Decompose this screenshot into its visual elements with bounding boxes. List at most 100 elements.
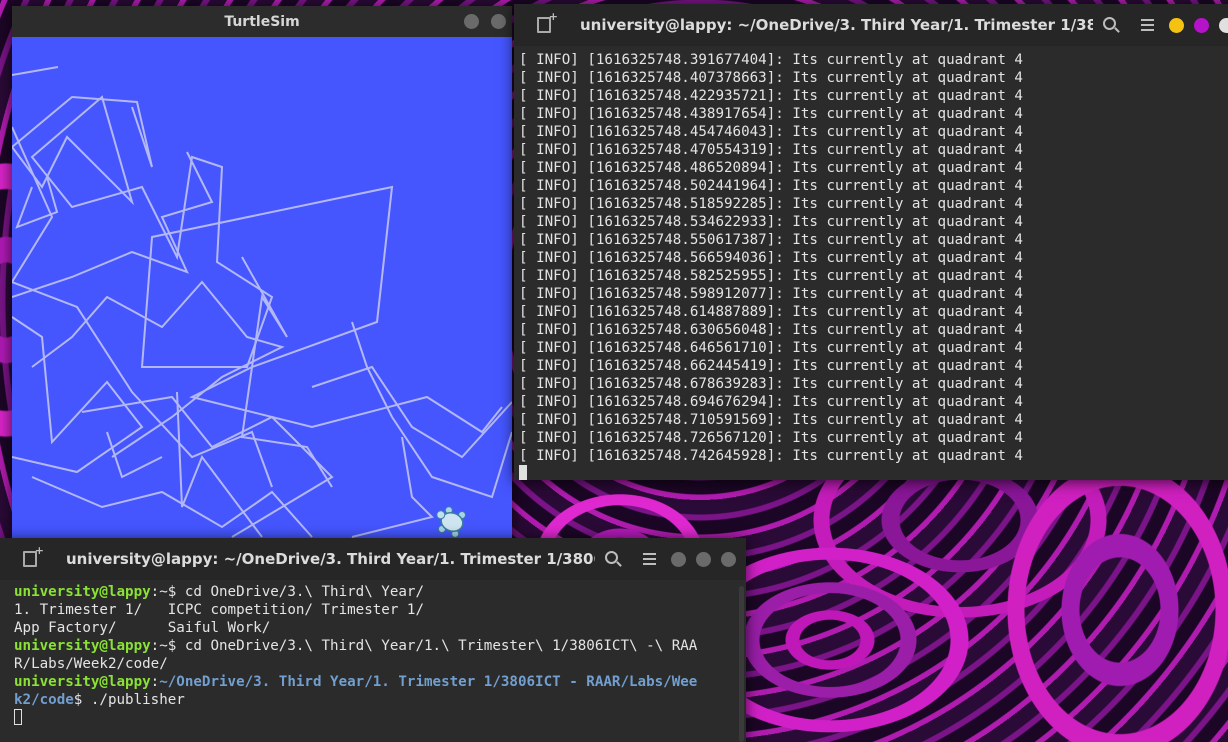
terminal-scrollbar[interactable] <box>739 586 744 742</box>
turtle-trail-drawing <box>12 66 512 538</box>
log-line: [ INFO] [1616325748.550617387]: Its curr… <box>519 231 1228 249</box>
command-text: cd OneDrive/3.\ Third\ Year/1.\ Trimeste… <box>184 638 698 654</box>
log-message: : Its currently at quadrant 4 <box>775 70 1023 86</box>
log-timestamp: [1616325748.678639283] <box>587 376 776 392</box>
log-line: [ INFO] [1616325748.726567120]: Its curr… <box>519 429 1228 447</box>
log-line: [ INFO] [1616325748.710591569]: Its curr… <box>519 411 1228 429</box>
turtle-trail-segment <box>31 476 313 538</box>
log-timestamp: [1616325748.502441964] <box>587 178 776 194</box>
turtle-icon <box>436 506 466 538</box>
log-timestamp: [1616325748.726567120] <box>587 430 776 446</box>
close-button[interactable] <box>721 551 736 567</box>
log-level: [ INFO] <box>519 448 588 464</box>
log-line: [ INFO] [1616325748.678639283]: Its curr… <box>519 375 1228 393</box>
log-message: : Its currently at quadrant 4 <box>775 340 1023 356</box>
prompt-separator: : <box>150 674 160 690</box>
search-icon[interactable] <box>595 538 631 580</box>
log-message: : Its currently at quadrant 4 <box>775 268 1023 284</box>
log-message: : Its currently at quadrant 4 <box>775 178 1023 194</box>
maximize-button[interactable] <box>696 551 711 567</box>
log-message: : Its currently at quadrant 4 <box>775 358 1023 374</box>
terminal-bottom-output[interactable]: university@lappy :~$ cd OneDrive/3.\ Thir… <box>0 580 746 742</box>
output-line: 1. Trimester 1/ ICPC competition/ Trimes… <box>14 602 424 618</box>
log-message: : Its currently at quadrant 4 <box>775 106 1023 122</box>
log-level: [ INFO] <box>519 214 588 230</box>
log-level: [ INFO] <box>519 52 588 68</box>
log-timestamp: [1616325748.534622933] <box>587 214 776 230</box>
log-level: [ INFO] <box>519 160 588 176</box>
log-line: [ INFO] [1616325748.646561710]: Its curr… <box>519 339 1228 357</box>
turtlesim-titlebar[interactable]: TurtleSim <box>12 6 512 37</box>
turtle-trail-segment <box>12 316 144 474</box>
log-message: : Its currently at quadrant 4 <box>775 232 1023 248</box>
log-timestamp: [1616325748.742645928] <box>587 448 776 464</box>
command-text-wrap: R/Labs/Week2/code/ <box>14 656 168 672</box>
log-level: [ INFO] <box>519 268 588 284</box>
maximize-button[interactable] <box>1194 17 1209 33</box>
log-message: : Its currently at quadrant 4 <box>775 430 1023 446</box>
log-level: [ INFO] <box>519 232 588 248</box>
log-message: : Its currently at quadrant 4 <box>775 52 1023 68</box>
prompt-separator: :~$ <box>150 638 185 654</box>
prompt-separator: :~$ <box>150 584 185 600</box>
terminal-cursor <box>14 709 22 725</box>
log-level: [ INFO] <box>519 286 588 302</box>
close-button[interactable] <box>1219 17 1228 33</box>
log-timestamp: [1616325748.646561710] <box>587 340 776 356</box>
output-line: App Factory/ Saiful Work/ <box>14 620 271 636</box>
terminal-bottom-title: university@lappy: ~/OneDrive/3. Third Ye… <box>66 550 595 568</box>
log-level: [ INFO] <box>519 196 588 212</box>
log-message: : Its currently at quadrant 4 <box>775 214 1023 230</box>
log-line: [ INFO] [1616325748.534622933]: Its curr… <box>519 213 1228 231</box>
minimize-icon[interactable] <box>464 14 479 29</box>
command-text: cd OneDrive/3.\ Third\ Year/ <box>184 584 425 600</box>
terminal-top-output[interactable]: [ INFO] [1616325748.391677404]: Its curr… <box>514 46 1228 480</box>
menu-icon[interactable] <box>631 538 667 580</box>
log-timestamp: [1616325748.422935721] <box>587 88 776 104</box>
log-message: : Its currently at quadrant 4 <box>775 448 1023 464</box>
command-text: $ ./publisher <box>73 692 185 708</box>
log-level: [ INFO] <box>519 358 588 374</box>
new-tab-icon[interactable] <box>528 4 560 46</box>
turtle-trail-segment <box>176 391 263 538</box>
terminal-window-top: university@lappy: ~/OneDrive/3. Third Ye… <box>514 4 1228 480</box>
log-line: [ INFO] [1616325748.407378663]: Its curr… <box>519 69 1228 87</box>
log-level: [ INFO] <box>519 88 588 104</box>
log-timestamp: [1616325748.470554319] <box>587 142 776 158</box>
log-message: : Its currently at quadrant 4 <box>775 394 1023 410</box>
minimize-button[interactable] <box>671 551 686 567</box>
log-level: [ INFO] <box>519 70 588 86</box>
terminal-window-bottom: university@lappy: ~/OneDrive/3. Third Ye… <box>0 538 746 742</box>
log-line: [ INFO] [1616325748.582525955]: Its curr… <box>519 267 1228 285</box>
log-line: [ INFO] [1616325748.502441964]: Its curr… <box>519 177 1228 195</box>
terminal-bottom-titlebar[interactable]: university@lappy: ~/OneDrive/3. Third Ye… <box>0 538 746 580</box>
log-message: : Its currently at quadrant 4 <box>775 376 1023 392</box>
log-level: [ INFO] <box>519 106 588 122</box>
log-message: : Its currently at quadrant 4 <box>775 88 1023 104</box>
terminal-top-titlebar[interactable]: university@lappy: ~/OneDrive/3. Third Ye… <box>514 4 1228 46</box>
turtle-trail-segment <box>311 365 512 459</box>
log-timestamp: [1616325748.598912077] <box>587 286 776 302</box>
log-message: : Its currently at quadrant 4 <box>775 286 1023 302</box>
log-line: [ INFO] [1616325748.630656048]: Its curr… <box>519 321 1228 339</box>
terminal-top-title: university@lappy: ~/OneDrive/3. Third Ye… <box>580 16 1093 34</box>
log-line: [ INFO] [1616325748.614887889]: Its curr… <box>519 303 1228 321</box>
log-line: [ INFO] [1616325748.438917654]: Its curr… <box>519 105 1228 123</box>
log-message: : Its currently at quadrant 4 <box>775 304 1023 320</box>
search-icon[interactable] <box>1093 4 1129 46</box>
prompt-user: university@lappy <box>14 674 151 690</box>
log-line: [ INFO] [1616325748.470554319]: Its curr… <box>519 141 1228 159</box>
turtle-trail-segment <box>12 95 503 434</box>
menu-icon[interactable] <box>1129 4 1165 46</box>
close-icon[interactable] <box>491 14 506 29</box>
log-level: [ INFO] <box>519 376 588 392</box>
log-level: [ INFO] <box>519 430 588 446</box>
log-timestamp: [1616325748.630656048] <box>587 322 776 338</box>
log-timestamp: [1616325748.454746043] <box>587 124 776 140</box>
new-tab-icon[interactable] <box>14 538 46 580</box>
log-timestamp: [1616325748.710591569] <box>587 412 776 428</box>
log-timestamp: [1616325748.518592285] <box>587 196 776 212</box>
minimize-button[interactable] <box>1169 17 1184 33</box>
log-timestamp: [1616325748.694676294] <box>587 394 776 410</box>
log-level: [ INFO] <box>519 340 588 356</box>
